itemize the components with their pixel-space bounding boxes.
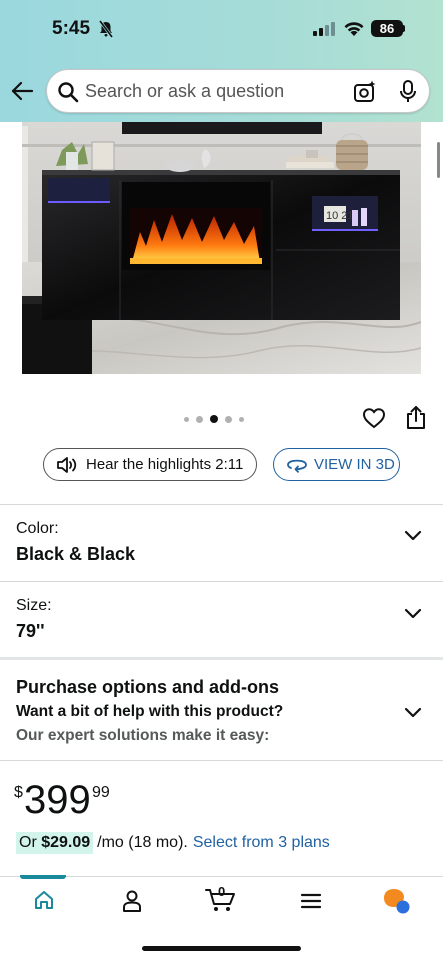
heart-icon[interactable] (362, 407, 386, 429)
image-carousel-dots[interactable] (184, 414, 244, 424)
hear-highlights-button[interactable]: Hear the highlights 2:11 (43, 448, 257, 481)
menu-icon[interactable] (300, 892, 322, 910)
price-currency: $ (14, 784, 23, 801)
home-icon[interactable] (33, 889, 55, 911)
chevron-down-icon[interactable] (404, 608, 422, 620)
decor-clock-display: 10 21 (326, 210, 354, 222)
section-divider (0, 657, 443, 660)
tv-stand-fireplace-image: 10 21 (22, 122, 421, 374)
select-plans-link[interactable]: Select from 3 plans (193, 834, 330, 852)
battery-indicator: 86 (371, 20, 403, 37)
installment-offer: Or $29.09 /mo (18 mo). Select from 3 pla… (16, 831, 330, 855)
rotate-3d-icon (287, 459, 307, 473)
wifi-icon (344, 22, 364, 36)
purchase-options-help: Want a bit of help with this product? (16, 703, 284, 720)
chevron-down-icon[interactable] (404, 530, 422, 542)
purchase-options-title: Purchase options and add-ons (16, 677, 280, 697)
size-value: 79'' (16, 621, 45, 641)
cart-button[interactable]: 0 (205, 884, 237, 913)
carousel-dot[interactable] (184, 416, 189, 422)
color-value: Black & Black (16, 544, 136, 564)
speaker-icon (57, 456, 77, 473)
carousel-dot[interactable] (239, 416, 244, 422)
share-icon[interactable] (405, 405, 427, 431)
home-indicator (142, 946, 301, 951)
installment-highlight: Or $29.09 (16, 832, 94, 854)
status-bar: 5:45 86 (0, 0, 443, 62)
silent-bell-icon (98, 20, 114, 38)
status-time: 5:45 (52, 18, 91, 39)
carousel-dot[interactable] (225, 415, 232, 423)
search-bar[interactable] (46, 69, 430, 113)
divider (0, 760, 443, 761)
camera-lens-icon[interactable] (353, 80, 377, 104)
microphone-icon[interactable] (399, 80, 417, 104)
scroll-indicator[interactable] (437, 142, 440, 178)
price-fraction: 99 (92, 784, 110, 801)
installment-amount: $29.09 (41, 834, 91, 851)
carousel-dot-active[interactable] (210, 415, 218, 423)
divider (0, 581, 443, 582)
installment-prefix: Or (19, 834, 42, 851)
size-label: Size: (16, 597, 52, 614)
divider (0, 504, 443, 505)
search-input[interactable] (85, 70, 345, 112)
purchase-options-expert: Our expert solutions make it easy: (16, 727, 270, 744)
rufus-icon[interactable] (382, 888, 412, 916)
cart-count: 0 (218, 884, 226, 899)
cellular-signal-icon (313, 22, 335, 36)
battery-nub (403, 25, 405, 32)
product-image[interactable]: 10 21 (22, 122, 421, 374)
view-in-3d-button[interactable]: VIEW IN 3D (273, 448, 400, 481)
price-whole: 399 (24, 778, 91, 822)
view-in-3d-label: VIEW IN 3D (314, 456, 395, 473)
hear-highlights-label: Hear the highlights 2:11 (86, 456, 244, 473)
carousel-dot[interactable] (196, 415, 203, 423)
nav-active-indicator (20, 875, 66, 879)
installment-terms: /mo (18 mo). (97, 834, 188, 851)
search-header (0, 62, 443, 122)
chevron-down-icon[interactable] (404, 707, 422, 719)
search-icon (58, 82, 79, 103)
color-label: Color: (16, 520, 59, 537)
account-icon[interactable] (121, 889, 143, 913)
back-arrow-icon[interactable] (10, 80, 34, 102)
